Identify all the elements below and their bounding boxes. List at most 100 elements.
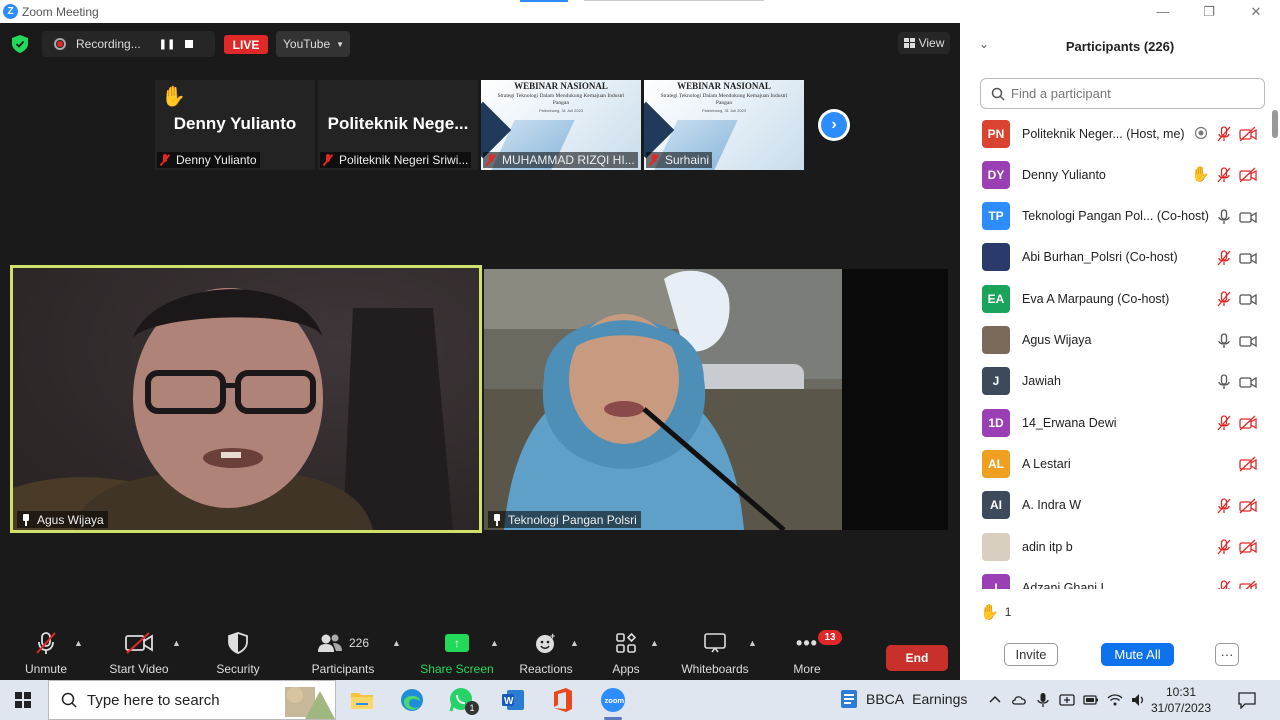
security-shield-icon[interactable]: [12, 35, 28, 53]
stock-widget[interactable]: BBCA Earnings: [840, 689, 967, 709]
file-explorer-icon[interactable]: [347, 685, 377, 715]
video-options-caret-icon[interactable]: ▲: [172, 638, 181, 648]
participant-row[interactable]: I Adzani Ghani I: [960, 567, 1270, 589]
panel-more-button[interactable]: ···: [1215, 643, 1239, 666]
next-page-button[interactable]: ›: [818, 109, 850, 141]
participant-row[interactable]: PN Politeknik Neger... (Host, me): [960, 113, 1270, 154]
stop-recording-button[interactable]: [178, 34, 200, 54]
start-video-button[interactable]: Start Video: [104, 628, 174, 680]
whiteboards-button[interactable]: Whiteboards: [676, 628, 754, 680]
participant-row[interactable]: adin itp b: [960, 526, 1270, 567]
battery-icon[interactable]: [1083, 692, 1099, 708]
whiteboards-options-caret-icon[interactable]: ▲: [748, 638, 757, 648]
muted-mic-icon[interactable]: [1216, 498, 1232, 514]
participant-search-input[interactable]: [1011, 86, 1251, 101]
video-off-icon[interactable]: [1239, 580, 1257, 589]
thumbnail-denny-yulianto[interactable]: ✋ Denny Yulianto Denny Yulianto: [155, 80, 315, 170]
speaker-icon[interactable]: [1130, 692, 1146, 708]
stream-target-label: YouTube: [283, 37, 331, 51]
video-off-icon[interactable]: [1239, 126, 1257, 142]
edge-browser-icon[interactable]: [397, 685, 427, 715]
participant-name: 14_Erwana Dewi: [1022, 415, 1117, 430]
meet-now-icon[interactable]: [1059, 692, 1075, 708]
muted-mic-icon: [648, 154, 660, 166]
muted-mic-icon[interactable]: [1216, 126, 1232, 142]
close-button[interactable]: ✕: [1233, 0, 1279, 23]
participant-row[interactable]: 1D 14_Erwana Dewi: [960, 402, 1270, 443]
title-accent: [520, 0, 568, 2]
invite-button[interactable]: Invite: [1004, 643, 1058, 666]
share-screen-button[interactable]: ↑ Share Screen: [418, 628, 496, 680]
participant-row[interactable]: J Jawiah: [960, 361, 1270, 402]
video-camera-icon[interactable]: [1239, 333, 1257, 349]
thumbnail-surhaini[interactable]: WEBINAR NASIONAL Strategi Teknologi Dala…: [644, 80, 804, 170]
video-camera-icon[interactable]: [1239, 374, 1257, 390]
meeting-area: Recording... ❚❚ LIVE YouTube ▼ View ✋ De…: [0, 23, 960, 680]
participant-row[interactable]: Abi Burhan_Polsri (Co-host): [960, 237, 1270, 278]
taskbar-search-box[interactable]: Type here to search: [48, 680, 336, 720]
reactions-options-caret-icon[interactable]: ▲: [570, 638, 579, 648]
mute-all-button[interactable]: Mute All: [1101, 643, 1174, 666]
system-clock[interactable]: 10:31 31/07/2023: [1148, 684, 1214, 716]
thumbnail-muhammad-rizqi[interactable]: WEBINAR NASIONAL Strategi Teknologi Dala…: [481, 80, 641, 170]
stream-target-dropdown[interactable]: YouTube ▼: [276, 31, 350, 57]
participant-list[interactable]: PN Politeknik Neger... (Host, me) DY Denny …: [960, 113, 1270, 589]
notification-icon[interactable]: [1238, 691, 1256, 709]
video-agus-wijaya[interactable]: Agus Wijaya: [10, 265, 482, 533]
pause-recording-button[interactable]: ❚❚: [156, 34, 178, 54]
chevron-up-icon[interactable]: [987, 692, 1003, 708]
participants-button[interactable]: 226 Participants: [306, 628, 380, 680]
video-camera-icon[interactable]: [1239, 209, 1257, 225]
live-badge[interactable]: LIVE: [224, 35, 268, 54]
raised-hands-summary[interactable]: ✋ 1: [980, 603, 1011, 621]
microphone-icon[interactable]: [1216, 374, 1232, 390]
participants-options-caret-icon[interactable]: ▲: [392, 638, 401, 648]
video-camera-icon[interactable]: [1239, 291, 1257, 307]
zoom-app-icon[interactable]: zoom: [598, 685, 628, 720]
end-meeting-button[interactable]: End: [886, 645, 948, 671]
video-off-icon[interactable]: [1239, 539, 1257, 555]
microphone-icon[interactable]: [1216, 208, 1232, 225]
maximize-button[interactable]: ❐: [1186, 0, 1232, 23]
participant-row[interactable]: DY Denny Yulianto ✋: [960, 154, 1270, 195]
minimize-button[interactable]: —: [1140, 0, 1186, 23]
wifi-icon[interactable]: [1107, 692, 1123, 708]
microphone-icon[interactable]: [1035, 692, 1051, 708]
apps-button[interactable]: Apps: [604, 628, 648, 680]
participant-row[interactable]: AL A Lestari: [960, 443, 1270, 484]
video-off-icon[interactable]: [1239, 167, 1257, 183]
microphone-icon[interactable]: [1216, 332, 1232, 349]
video-off-icon[interactable]: [1239, 456, 1257, 472]
video-feed-agus: [13, 268, 479, 530]
muted-mic-icon[interactable]: [1216, 291, 1232, 307]
video-off-icon[interactable]: [1239, 498, 1257, 514]
video-teknologi-pangan[interactable]: Teknologi Pangan Polsri: [484, 269, 948, 530]
whatsapp-icon[interactable]: 1: [447, 685, 479, 715]
share-options-caret-icon[interactable]: ▲: [490, 638, 499, 648]
thumbnail-politeknik[interactable]: Politeknik Nege... Politeknik Negeri Sri…: [318, 80, 478, 170]
participant-row[interactable]: TP Teknologi Pangan Pol... (Co-host): [960, 196, 1270, 237]
muted-mic-icon[interactable]: [1216, 415, 1232, 431]
office-icon[interactable]: [548, 685, 578, 715]
unmute-button[interactable]: Unmute: [20, 628, 72, 680]
participant-row[interactable]: Agus Wijaya: [960, 320, 1270, 361]
cloud-icon[interactable]: [1011, 692, 1027, 708]
participant-search-box[interactable]: [980, 78, 1265, 109]
windows-start-icon[interactable]: [15, 692, 31, 708]
participant-list-scrollbar[interactable]: [1272, 110, 1278, 138]
participant-row[interactable]: EA Eva A Marpaung (Co-host): [960, 278, 1270, 319]
muted-mic-icon[interactable]: [1216, 580, 1232, 589]
muted-mic-icon[interactable]: [1216, 167, 1232, 183]
video-off-icon[interactable]: [1239, 415, 1257, 431]
audio-options-caret-icon[interactable]: ▲: [74, 638, 83, 648]
thumbnail-name-label: Politeknik Negeri Sriwi...: [320, 152, 472, 168]
video-camera-icon[interactable]: [1239, 250, 1257, 266]
view-button[interactable]: View: [898, 32, 950, 54]
reactions-button[interactable]: + Reactions: [516, 628, 576, 680]
participant-row[interactable]: AI A. Indra W: [960, 485, 1270, 526]
word-icon[interactable]: W: [498, 685, 528, 715]
muted-mic-icon[interactable]: [1216, 539, 1232, 555]
muted-mic-icon[interactable]: [1216, 250, 1232, 266]
security-button[interactable]: Security: [210, 628, 266, 680]
apps-options-caret-icon[interactable]: ▲: [650, 638, 659, 648]
